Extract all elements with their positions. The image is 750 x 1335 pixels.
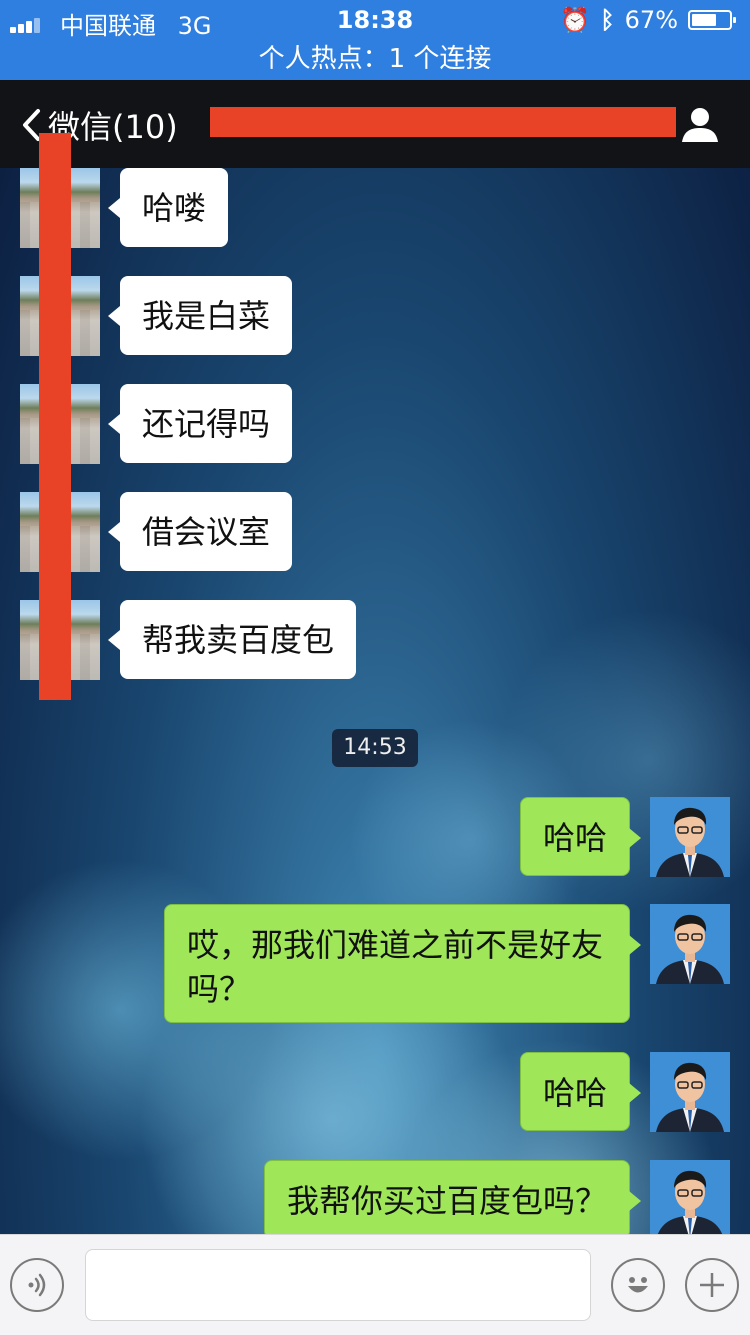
message-input[interactable]: [85, 1249, 591, 1321]
plus-icon: [700, 1273, 724, 1297]
outgoing-message[interactable]: 哈哈: [519, 797, 642, 876]
message-timestamp: 14:53: [332, 729, 418, 767]
status-bar: 中国联通 3G 18:38 ⏰ ᛒ 67%: [0, 0, 750, 40]
redacted-chat-title: [210, 107, 676, 137]
outgoing-message[interactable]: 哎，那我们难道之前不是好友吗？: [164, 904, 641, 1023]
more-options-button[interactable]: [685, 1258, 739, 1312]
incoming-message[interactable]: 帮我卖百度包: [107, 600, 357, 679]
battery-icon: [688, 10, 736, 30]
incoming-message[interactable]: 我是白菜: [107, 276, 293, 355]
battery-percent: 67%: [624, 6, 678, 34]
outgoing-message[interactable]: 我帮你买过百度包吗？: [263, 1160, 642, 1239]
outgoing-message[interactable]: 哈哈: [519, 1052, 642, 1131]
redacted-contact-name: [39, 133, 71, 700]
user-avatar[interactable]: [650, 904, 730, 984]
voice-icon: [28, 1273, 46, 1297]
alarm-icon: ⏰: [560, 6, 591, 34]
voice-input-button[interactable]: [10, 1258, 64, 1312]
user-avatar[interactable]: [650, 797, 730, 877]
emoji-icon: [628, 1277, 648, 1293]
user-avatar[interactable]: [650, 1052, 730, 1132]
bluetooth-icon: ᛒ: [600, 6, 615, 34]
emoji-button[interactable]: [611, 1258, 665, 1312]
message-input-bar: [0, 1234, 750, 1335]
hotspot-banner[interactable]: 个人热点：1 个连接: [0, 40, 750, 80]
user-avatar[interactable]: [650, 1160, 730, 1240]
incoming-message[interactable]: 哈喽: [107, 168, 229, 247]
incoming-message[interactable]: 还记得吗: [107, 384, 293, 463]
incoming-message[interactable]: 借会议室: [107, 492, 293, 571]
chat-info-icon[interactable]: [680, 104, 720, 144]
